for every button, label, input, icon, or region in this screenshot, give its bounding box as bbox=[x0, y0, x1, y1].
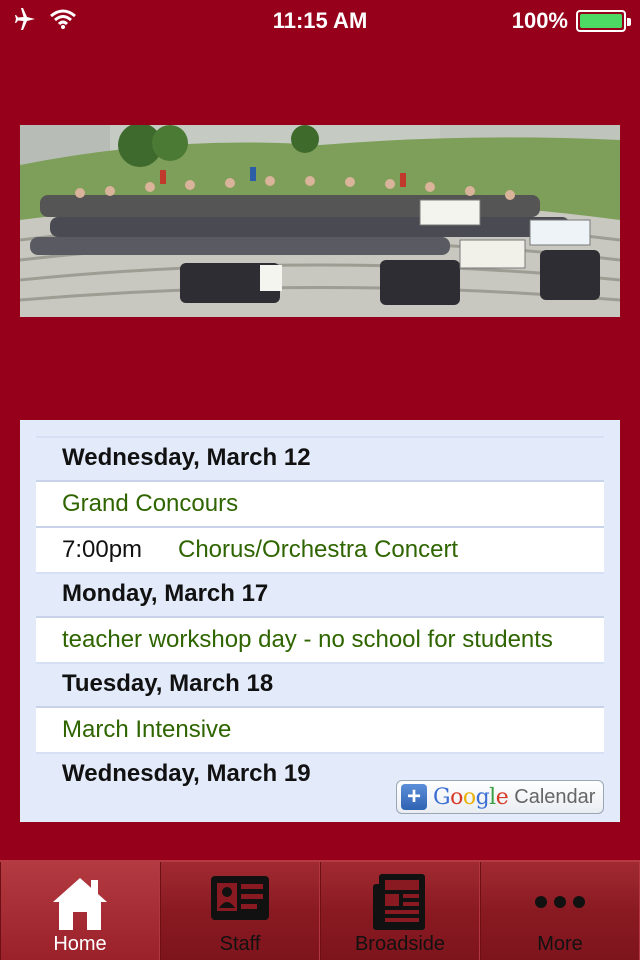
tab-home-label: Home bbox=[53, 933, 107, 955]
status-bar: 11:15 AM 100% bbox=[0, 0, 640, 40]
id-card-icon bbox=[209, 872, 271, 929]
tab-staff-label: Staff bbox=[219, 933, 261, 955]
calendar-day-header: Tuesday, March 18 bbox=[36, 662, 604, 706]
calendar-event-row[interactable]: Grand Concours bbox=[36, 480, 604, 526]
google-calendar-button[interactable]: + Google Calendar bbox=[396, 780, 604, 814]
event-title: March Intensive bbox=[62, 716, 232, 743]
calendar-day-header: Wednesday, March 12 bbox=[36, 436, 604, 480]
plus-icon: + bbox=[401, 784, 427, 810]
tab-home[interactable]: Home bbox=[0, 862, 160, 960]
google-logo-text: Google bbox=[433, 784, 509, 810]
more-dots-icon bbox=[529, 872, 591, 939]
tab-broadside-label: Broadside bbox=[354, 933, 446, 955]
banner-photo bbox=[20, 125, 620, 317]
group-photo-illustration bbox=[20, 125, 620, 317]
tab-bar: Home Staff Broadside More bbox=[0, 860, 640, 960]
home-icon bbox=[49, 872, 111, 939]
event-title: Chorus/Orchestra Concert bbox=[178, 536, 459, 563]
tab-more[interactable]: More bbox=[480, 862, 640, 960]
calendar-event-row[interactable]: 7:00pm Chorus/Orchestra Concert bbox=[36, 526, 604, 572]
google-calendar-label: Calendar bbox=[514, 785, 596, 808]
newspaper-icon bbox=[369, 872, 431, 939]
battery-fill bbox=[580, 14, 622, 28]
tab-staff[interactable]: Staff bbox=[160, 862, 320, 960]
calendar-event-row[interactable]: March Intensive bbox=[36, 706, 604, 752]
event-title: teacher workshop day - no school for stu… bbox=[62, 626, 553, 653]
status-right: 100% bbox=[511, 8, 631, 34]
battery-icon bbox=[576, 10, 631, 32]
calendar-event-list[interactable]: Wednesday, March 12 Grand Concours 7:00pm C… bbox=[36, 436, 604, 794]
tab-broadside[interactable]: Broadside bbox=[320, 862, 480, 960]
battery-percent: 100% bbox=[511, 8, 568, 33]
calendar-event-row[interactable]: teacher workshop day - no school for stu… bbox=[36, 616, 604, 662]
event-time: 7:00pm bbox=[62, 536, 143, 563]
calendar-day-header: Monday, March 17 bbox=[36, 572, 604, 616]
event-title: Grand Concours bbox=[62, 490, 239, 517]
tab-more-label: More bbox=[537, 933, 583, 955]
calendar-panel: Wednesday, March 12 Grand Concours 7:00pm C… bbox=[20, 420, 620, 822]
